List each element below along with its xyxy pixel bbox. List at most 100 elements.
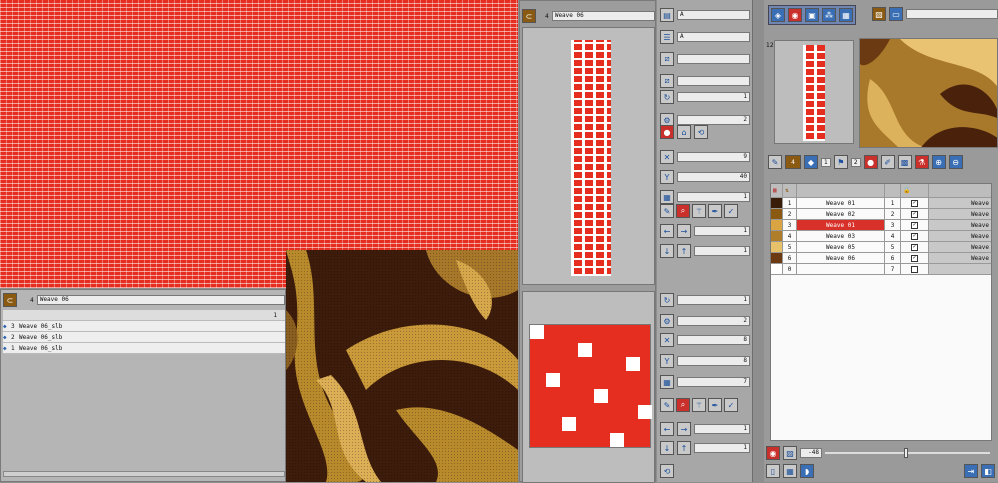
weave-cell[interactable] [610, 433, 624, 447]
weave-cell[interactable] [562, 417, 576, 431]
field-palette-b[interactable]: 7 [677, 377, 750, 387]
gem-icon[interactable]: ◆ [804, 155, 818, 169]
right-search-field[interactable] [906, 9, 998, 19]
weave-thumbnail[interactable] [774, 40, 854, 144]
field-step1[interactable]: 1 [694, 226, 750, 236]
field-x-b[interactable]: 8 [677, 335, 750, 345]
wand-icon[interactable]: ⚚ [692, 398, 706, 412]
table-row[interactable]: 3 Weave 01 3 ✓ Weave [771, 220, 991, 231]
field-y-b[interactable]: 8 [677, 356, 750, 366]
arrow-left-icon[interactable]: ← [660, 422, 674, 436]
arrow-up-icon[interactable]: ↑ [677, 244, 691, 258]
weave-name-cell[interactable]: Weave 02 [797, 209, 885, 219]
main-weave-canvas[interactable] [0, 0, 518, 288]
list-scrollbar[interactable] [3, 471, 285, 477]
palette-icon[interactable]: ▦ [660, 190, 674, 204]
pen-icon[interactable]: ✒ [708, 398, 722, 412]
color-swatch[interactable] [771, 231, 783, 241]
grid-icon[interactable]: ▦ [783, 464, 797, 478]
weave-cell[interactable] [546, 373, 560, 387]
weave-cell[interactable] [594, 389, 608, 403]
x-icon[interactable]: ✕ [660, 150, 674, 164]
flag-icon[interactable]: ⚑ [833, 155, 848, 169]
field-diag1[interactable] [677, 54, 750, 64]
image-icon[interactable]: ▧ [872, 7, 886, 21]
row-checkbox[interactable]: ✓ [911, 210, 918, 218]
search-icon[interactable]: ⌕ [676, 204, 690, 218]
check-icon[interactable]: ✓ [724, 398, 738, 412]
arrow-down-icon[interactable]: ↓ [660, 441, 674, 455]
weave-name-field[interactable]: Weave 06 [36, 295, 285, 305]
zoom-out-icon[interactable]: ⊖ [948, 155, 963, 169]
y-icon[interactable]: Y [660, 170, 674, 184]
weave-icon[interactable]: ⊂ [3, 293, 17, 307]
wand-icon[interactable]: ⚚ [692, 204, 706, 218]
color-icon[interactable]: ◉ [788, 8, 802, 22]
row-checkbox[interactable]: ✓ [911, 232, 918, 240]
table-row[interactable]: 6 Weave 06 6 ✓ Weave [771, 253, 991, 264]
screen-icon[interactable]: ▭ [889, 7, 903, 21]
weave-repeat-grid[interactable] [529, 324, 652, 448]
brush-icon[interactable]: ✎ [660, 398, 674, 412]
arrow-left-icon[interactable]: ← [660, 224, 674, 238]
color-swatch[interactable] [771, 198, 783, 208]
home-icon[interactable]: ⌂ [677, 125, 691, 139]
row-checkbox[interactable]: ✓ [911, 199, 918, 207]
field-step1-b[interactable]: 1 [694, 424, 750, 434]
x-icon[interactable]: ✕ [660, 333, 674, 347]
arrow-right-icon[interactable]: → [677, 224, 691, 238]
arrow-up-icon[interactable]: ↑ [677, 441, 691, 455]
weave-cell[interactable] [638, 405, 652, 419]
export-icon[interactable]: ⇥ [964, 464, 978, 478]
list-icon[interactable]: ☰ [660, 30, 674, 44]
color-swatch[interactable] [771, 220, 783, 230]
color-swatch[interactable] [771, 253, 783, 263]
weave-name-cell[interactable] [797, 264, 885, 274]
weave-name-cell[interactable]: Weave 03 [797, 231, 885, 241]
check-icon[interactable]: ✓ [724, 204, 738, 218]
checker-icon[interactable]: ▩ [897, 155, 912, 169]
weave-name-cell[interactable]: Weave 01 [797, 220, 885, 230]
field-y[interactable]: 40 [677, 172, 750, 182]
layers-icon[interactable]: ◈ [771, 8, 785, 22]
weave-pattern-grid[interactable] [571, 40, 611, 276]
zoom-slider-handle[interactable] [904, 448, 909, 458]
field-a2[interactable]: A [677, 32, 750, 42]
weave-icon[interactable]: ⊂ [522, 9, 536, 23]
rotate-icon[interactable]: ↻ [660, 293, 674, 307]
field-rot-b[interactable]: 1 [677, 295, 750, 305]
field-x[interactable]: 9 [677, 152, 750, 162]
node-icon[interactable]: ⁂ [822, 8, 836, 22]
edit-icon[interactable]: ✐ [880, 155, 895, 169]
fill-icon[interactable]: ● [863, 155, 878, 169]
zoom-in-icon[interactable]: ⊕ [931, 155, 946, 169]
weave-cell[interactable] [626, 357, 640, 371]
split-icon[interactable]: ◧ [981, 464, 995, 478]
weave-name-cell[interactable]: Weave 06 [797, 253, 885, 263]
refresh-icon[interactable]: ⟲ [660, 464, 674, 478]
field-step2[interactable]: 1 [694, 246, 750, 256]
weave-cell[interactable] [530, 325, 544, 339]
rotate-icon[interactable]: ↻ [660, 90, 674, 104]
table-row[interactable]: 4 Weave 03 4 ✓ Weave [771, 231, 991, 242]
flask-icon[interactable]: ⚗ [914, 155, 929, 169]
pen-icon[interactable]: ✒ [708, 204, 722, 218]
y-icon[interactable]: Y [660, 354, 674, 368]
color-swatch[interactable] [771, 209, 783, 219]
arrow-right-icon[interactable]: → [677, 422, 691, 436]
color-swatch[interactable] [771, 242, 783, 252]
table-row[interactable]: 2 Weave 02 2 ✓ Weave [771, 209, 991, 220]
shield-icon[interactable]: ◗ [800, 464, 814, 478]
table-row[interactable]: 5 Weave 05 5 ✓ Weave [771, 242, 991, 253]
row-checkbox[interactable] [911, 265, 918, 273]
grid-icon[interactable]: ▦ [839, 8, 853, 22]
field-palette[interactable]: 1 [677, 192, 750, 202]
paint-icon[interactable]: ✎ [768, 155, 782, 169]
gear-icon[interactable]: ⚙ [660, 314, 674, 328]
list-item[interactable]: ◆ 1 Weave 06_slb [3, 343, 285, 354]
palette-icon[interactable]: ◉ [766, 446, 780, 460]
color-swatch[interactable] [771, 264, 783, 274]
weave-cell[interactable] [578, 343, 592, 357]
diagonal2-icon[interactable]: ⧄ [660, 74, 674, 88]
row-checkbox[interactable]: ✓ [911, 221, 918, 229]
